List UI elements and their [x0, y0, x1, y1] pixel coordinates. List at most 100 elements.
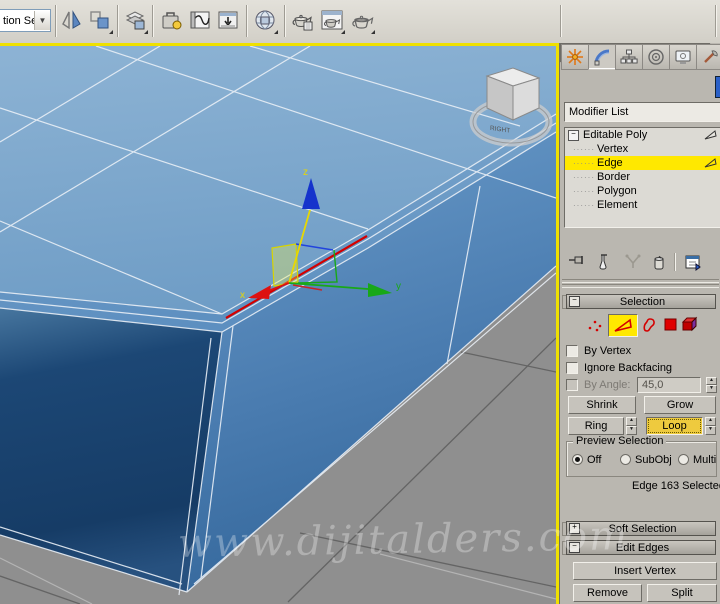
- stack-item-label: Polygon: [596, 185, 637, 197]
- stack-item-label: Element: [596, 199, 638, 211]
- ignore-backfacing-checkbox[interactable]: [566, 362, 578, 374]
- by-vertex-checkbox[interactable]: [566, 345, 578, 357]
- preview-off-option[interactable]: Off: [572, 453, 601, 466]
- spinner-down-icon[interactable]: ▼: [706, 385, 717, 393]
- by-angle-spinner[interactable]: ▲ ▼: [706, 377, 717, 393]
- split-button[interactable]: Split: [647, 584, 717, 602]
- shrink-label: Shrink: [586, 399, 618, 411]
- preview-off-label: Off: [587, 453, 602, 466]
- spinner-down-icon[interactable]: ▼: [626, 426, 637, 435]
- toolbar-separator: [674, 253, 675, 271]
- border-mode-icon: [642, 317, 655, 332]
- modifier-list-dropdown[interactable]: Modifier List: [564, 102, 720, 122]
- tab-motion[interactable]: [642, 44, 669, 70]
- toolbar-separator: [284, 5, 285, 37]
- layer-manager-button[interactable]: [121, 5, 149, 35]
- named-selection-set-dropdown[interactable]: tion Se ▼: [0, 9, 51, 32]
- preview-subobj-option[interactable]: SubObj: [620, 453, 672, 466]
- polygon-mode-button[interactable]: [662, 317, 678, 332]
- selection-rollout-header[interactable]: − Selection: [566, 294, 716, 309]
- mirror-icon: [62, 10, 81, 30]
- collapse-minus-icon: −: [569, 296, 580, 307]
- align-icon: [90, 11, 109, 29]
- vertex-mode-button[interactable]: [586, 317, 604, 333]
- flyout-indicator: [274, 30, 278, 34]
- stack-item-label: Vertex: [596, 143, 629, 155]
- grow-button[interactable]: Grow: [644, 396, 716, 414]
- spinner-up-icon[interactable]: ▲: [705, 417, 716, 426]
- show-end-result-button[interactable]: [594, 252, 616, 272]
- tab-hierarchy[interactable]: [615, 44, 642, 70]
- stack-item-label: Border: [596, 171, 631, 183]
- insert-vertex-button[interactable]: Insert Vertex: [573, 562, 717, 580]
- loop-spinner[interactable]: ▲ ▼: [705, 417, 716, 435]
- tab-utilities[interactable]: [696, 44, 720, 70]
- toolbar-separator: [55, 5, 56, 37]
- by-angle-checkbox[interactable]: [566, 379, 578, 391]
- material-editor-button[interactable]: [251, 5, 279, 35]
- spinner-up-icon[interactable]: ▲: [626, 417, 637, 426]
- tab-display[interactable]: [669, 44, 696, 70]
- schematic-view-icon: [218, 11, 238, 29]
- spinner-down-icon[interactable]: ▼: [705, 426, 716, 435]
- edit-edges-rollout-header[interactable]: − Edit Edges: [566, 540, 716, 555]
- render-production-button[interactable]: [348, 5, 376, 35]
- collapse-minus-icon[interactable]: −: [568, 129, 579, 141]
- toolbar-separator: [117, 5, 118, 37]
- render-setup-teapot-icon: [292, 14, 313, 31]
- vertex-mode-icon: [588, 320, 602, 332]
- pin-stack-button[interactable]: [566, 252, 588, 272]
- command-panel: Modifier List − Editable Poly ······ Ver…: [559, 43, 720, 604]
- configure-modifier-sets-button[interactable]: [682, 252, 704, 272]
- tree-guide: ······: [573, 172, 595, 182]
- curve-editor-button[interactable]: [186, 5, 214, 35]
- radio-selected-icon[interactable]: [572, 454, 583, 465]
- stack-item-vertex[interactable]: ······ Vertex: [565, 142, 720, 156]
- modify-icon: [594, 49, 610, 66]
- stack-item-polygon[interactable]: ······ Polygon: [565, 184, 720, 198]
- toolbar-separator: [246, 5, 247, 37]
- ring-button[interactable]: Ring: [568, 417, 624, 435]
- ring-spinner[interactable]: ▲ ▼: [626, 417, 637, 435]
- by-angle-value-field[interactable]: 45,0: [637, 377, 701, 393]
- stack-item-edge[interactable]: ······ Edge: [565, 156, 720, 170]
- stack-item-border[interactable]: ······ Border: [565, 170, 720, 184]
- edge-mode-icon: [614, 318, 632, 332]
- mirror-button[interactable]: [58, 5, 86, 35]
- remove-modifier-button[interactable]: [648, 252, 670, 272]
- tab-modify[interactable]: [588, 44, 615, 70]
- shrink-button[interactable]: Shrink: [568, 396, 636, 414]
- hierarchy-icon: [620, 49, 638, 64]
- soft-selection-rollout-header[interactable]: + Soft Selection: [566, 521, 716, 536]
- remove-button[interactable]: Remove: [573, 584, 642, 602]
- chevron-down-icon[interactable]: ▼: [34, 11, 50, 30]
- schematic-view-button[interactable]: [214, 5, 242, 35]
- trash-icon: [654, 255, 664, 270]
- edge-subobject-icon: [704, 130, 717, 140]
- render-setup-button[interactable]: [288, 5, 316, 35]
- rendered-frame-window-button[interactable]: [318, 5, 346, 35]
- rollout-title: Soft Selection: [608, 522, 677, 535]
- tab-create[interactable]: [561, 44, 588, 70]
- rollout-title: Selection: [619, 295, 666, 308]
- object-color-swatch[interactable]: [715, 76, 720, 98]
- stack-item-editable-poly[interactable]: − Editable Poly: [565, 128, 720, 142]
- flyout-indicator: [109, 30, 113, 34]
- radio-icon[interactable]: [678, 454, 689, 465]
- align-button[interactable]: [86, 5, 114, 35]
- graphite-toolbox-button[interactable]: [158, 5, 186, 35]
- loop-button[interactable]: Loop: [646, 417, 703, 435]
- preview-multi-option[interactable]: Multi: [678, 453, 716, 466]
- element-mode-button[interactable]: [680, 315, 700, 333]
- make-unique-button[interactable]: [622, 252, 644, 272]
- grow-label: Grow: [666, 399, 694, 411]
- border-mode-button[interactable]: [640, 316, 658, 333]
- spinner-up-icon[interactable]: ▲: [706, 377, 717, 385]
- display-icon: [675, 50, 691, 64]
- edge-mode-button[interactable]: [608, 314, 638, 337]
- by-vertex-row: By Vertex: [566, 344, 631, 358]
- perspective-viewport[interactable]: z x y RIGHT: [0, 43, 559, 604]
- named-selection-set-value: tion Se: [3, 14, 34, 27]
- stack-item-element[interactable]: ······ Element: [565, 198, 720, 212]
- radio-icon[interactable]: [620, 454, 631, 465]
